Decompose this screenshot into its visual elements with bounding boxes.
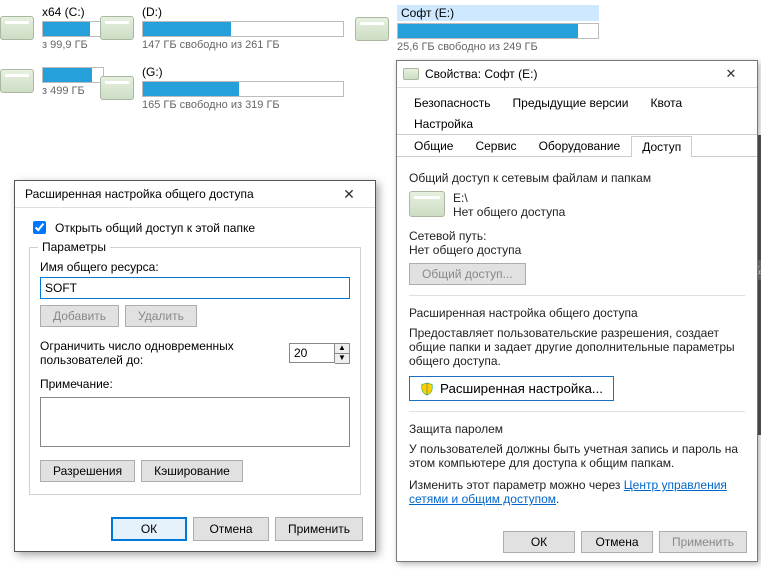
drive-free-text: 147 ГБ свободно из 261 ГБ — [142, 39, 344, 51]
net-path-label: Сетевой путь: — [409, 229, 745, 243]
properties-dialog: Свойства: Софт (E:) ✕ Безопасность Преды… — [396, 60, 758, 562]
limit-label: Ограничить число одновременных пользоват… — [40, 339, 279, 367]
drive-usage-bar — [397, 23, 599, 39]
adv-share-desc: Предоставляет пользовательские разрешени… — [409, 326, 745, 368]
adv-share-heading: Расширенная настройка общего доступа — [409, 306, 745, 320]
share-name-label: Имя общего ресурса: — [40, 260, 350, 274]
note-textarea[interactable] — [40, 397, 350, 447]
cancel-button[interactable]: Отмена — [193, 517, 269, 541]
hdd-icon — [355, 17, 389, 41]
drive-d[interactable]: (D:) 147 ГБ свободно из 261 ГБ — [100, 5, 344, 51]
pwd-change-text: Изменить этот параметр можно через Центр… — [409, 478, 745, 506]
open-share-checkbox-input[interactable] — [33, 221, 46, 234]
advanced-settings-button[interactable]: Расширенная настройка... — [409, 376, 614, 401]
parameters-fieldset: Параметры Имя общего ресурса: Добавить У… — [29, 247, 361, 495]
cancel-button[interactable]: Отмена — [581, 531, 653, 553]
share-path: E:\ — [453, 191, 565, 205]
hdd-icon — [100, 76, 134, 100]
hdd-icon — [403, 68, 419, 80]
pwd-desc: У пользователей должны быть учетная запи… — [409, 442, 745, 470]
hdd-icon — [0, 69, 34, 93]
open-share-checkbox-label: Открыть общий доступ к этой папке — [55, 221, 255, 235]
drive-free-text: з 499 ГБ — [42, 85, 104, 97]
ok-button[interactable]: ОК — [503, 531, 575, 553]
drive-title: x64 (C:) — [42, 5, 104, 19]
hdd-icon — [0, 16, 34, 40]
drive-free-text: 165 ГБ свободно из 319 ГБ — [142, 99, 344, 111]
tab-row-1: Безопасность Предыдущие версии Квота Нас… — [397, 88, 757, 135]
apply-button[interactable]: Применить — [275, 517, 363, 541]
net-share-heading: Общий доступ к сетевым файлам и папкам — [409, 171, 745, 185]
close-button[interactable]: ✕ — [711, 62, 751, 86]
dialog-title: Расширенная настройка общего доступа — [21, 187, 329, 201]
spinner-down-icon[interactable]: ▼ — [335, 354, 349, 363]
drive-title: (G:) — [142, 65, 344, 79]
net-path-value: Нет общего доступа — [409, 243, 745, 257]
drive-usage-bar — [142, 21, 344, 37]
drive-usage-bar — [42, 21, 104, 37]
drive-free-text: з 99,9 ГБ — [42, 39, 104, 51]
apply-button[interactable]: Применить — [659, 531, 747, 553]
drive-c[interactable]: x64 (C:) з 99,9 ГБ — [0, 5, 104, 51]
dialog-title: Свойства: Софт (E:) — [425, 67, 711, 81]
tab-prev-versions[interactable]: Предыдущие версии — [502, 92, 640, 113]
tab-hardware[interactable]: Оборудование — [528, 135, 632, 156]
caching-button[interactable]: Кэширование — [141, 460, 243, 482]
tab-custom[interactable]: Настройка — [403, 113, 484, 134]
tab-sharing[interactable]: Доступ — [631, 136, 692, 157]
titlebar[interactable]: Свойства: Софт (E:) ✕ — [397, 61, 757, 88]
drive-title: Софт (E:) — [397, 5, 599, 21]
add-button[interactable]: Добавить — [40, 305, 119, 327]
pwd-heading: Защита паролем — [409, 422, 745, 436]
drive-e[interactable]: Софт (E:) 25,6 ГБ свободно из 249 ГБ — [355, 5, 599, 53]
advanced-settings-label: Расширенная настройка... — [440, 381, 603, 396]
close-button[interactable]: ✕ — [329, 182, 369, 206]
permissions-button[interactable]: Разрешения — [40, 460, 135, 482]
tab-general[interactable]: Общие — [403, 135, 464, 156]
drive-free-text: 25,6 ГБ свободно из 249 ГБ — [397, 41, 599, 53]
drive-g[interactable]: (G:) 165 ГБ свободно из 319 ГБ — [100, 65, 344, 111]
share-button[interactable]: Общий доступ... — [409, 263, 526, 285]
share-name-input[interactable] — [40, 277, 350, 299]
tab-tools[interactable]: Сервис — [464, 135, 527, 156]
limit-input[interactable] — [289, 343, 335, 363]
drive-usage-bar — [42, 67, 104, 83]
hdd-icon — [100, 16, 134, 40]
tab-quota[interactable]: Квота — [639, 92, 693, 113]
open-share-checkbox[interactable]: Открыть общий доступ к этой папке — [29, 218, 361, 237]
note-label: Примечание: — [40, 377, 350, 391]
hdd-icon — [409, 191, 445, 217]
advanced-share-dialog: Расширенная настройка общего доступа ✕ О… — [14, 180, 376, 552]
titlebar[interactable]: Расширенная настройка общего доступа ✕ — [15, 181, 375, 208]
tab-security[interactable]: Безопасность — [403, 92, 502, 113]
delete-button[interactable]: Удалить — [125, 305, 197, 327]
spinner-up-icon[interactable]: ▲ — [335, 344, 349, 354]
share-state: Нет общего доступа — [453, 205, 565, 219]
drive-4[interactable]: з 499 ГБ — [0, 65, 104, 97]
drive-title: (D:) — [142, 5, 344, 19]
limit-spinner[interactable]: ▲▼ — [289, 343, 350, 364]
parameters-legend: Параметры — [38, 240, 110, 254]
ok-button[interactable]: ОК — [111, 517, 187, 541]
shield-icon — [420, 382, 434, 396]
drive-usage-bar — [142, 81, 344, 97]
tab-row-2: Общие Сервис Оборудование Доступ — [397, 135, 757, 157]
